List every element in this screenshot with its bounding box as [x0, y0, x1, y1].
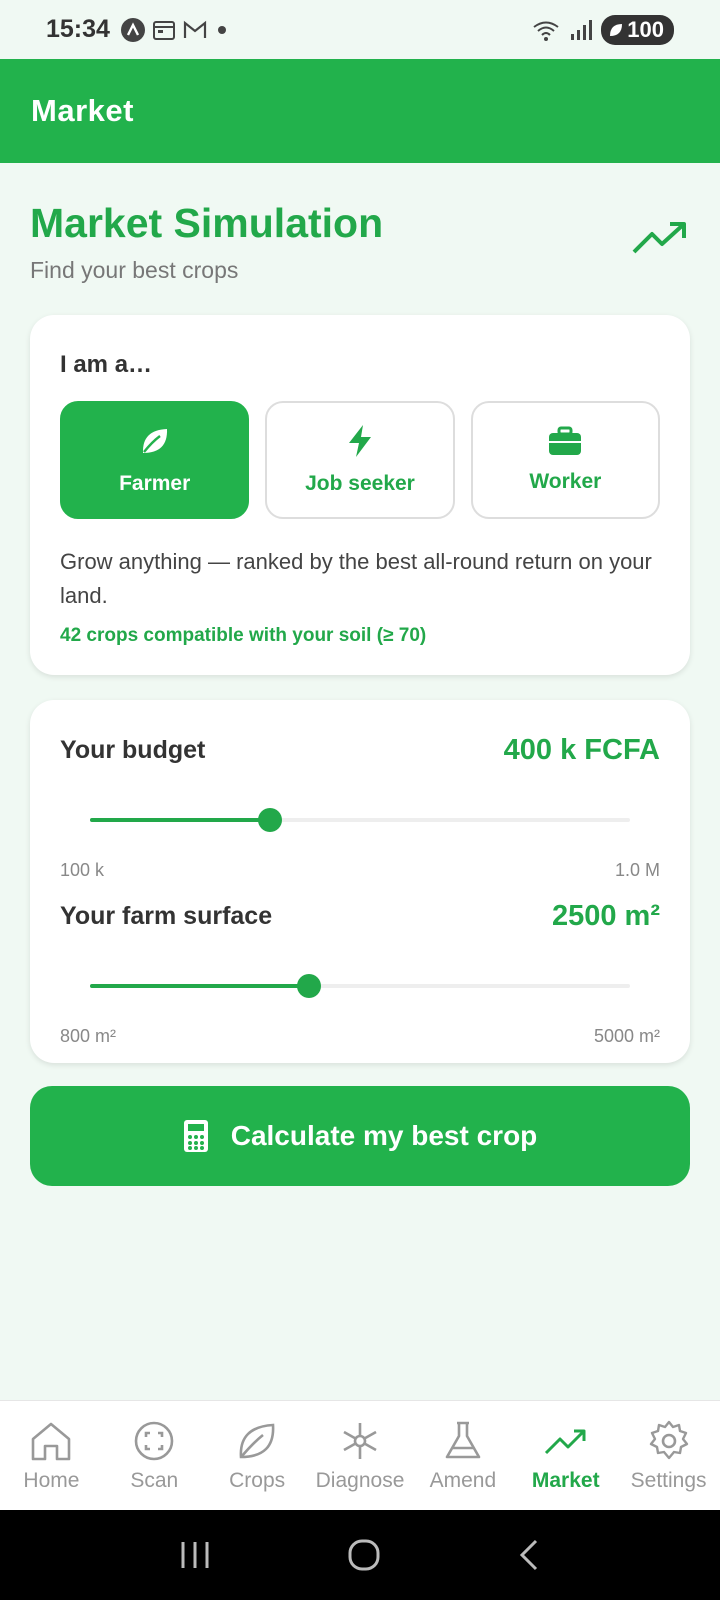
flask-icon — [445, 1421, 481, 1458]
role-card: I am a… Farmer Job seeker Worker Grow an… — [30, 315, 690, 675]
trend-icon — [632, 222, 686, 254]
surface-value: 2500 m² — [551, 900, 660, 932]
role-worker-label: Worker — [529, 470, 602, 493]
nav-home-label: Home — [23, 1468, 80, 1492]
briefcase-icon — [549, 426, 582, 455]
nav-crops[interactable]: Crops — [206, 1401, 309, 1510]
calculate-button-label: Calculate my best crop — [230, 1120, 538, 1151]
a-icon — [120, 17, 145, 42]
page-title: Market Simulation — [30, 200, 384, 246]
recent-apps-icon[interactable] — [178, 1540, 212, 1570]
nav-settings-label: Settings — [630, 1468, 707, 1492]
lightning-icon — [348, 425, 371, 457]
page-header: Market Simulation Find your best crops — [30, 200, 690, 284]
nav-home[interactable]: Home — [0, 1401, 103, 1510]
wifi-icon — [533, 21, 559, 41]
surface-slider-thumb[interactable] — [296, 974, 321, 998]
compatible-crops-count: 42 crops compatible with your soil (≥ 70… — [60, 625, 427, 646]
role-job-seeker-button[interactable]: Job seeker — [265, 401, 455, 519]
budget-min-label: 100 k — [60, 860, 105, 880]
scan-icon — [134, 1421, 174, 1460]
role-job-seeker-label: Job seeker — [305, 472, 415, 495]
budget-slider-thumb[interactable] — [257, 808, 282, 832]
role-options: Farmer Job seeker Worker — [60, 401, 660, 519]
home-icon — [32, 1422, 71, 1460]
nav-market[interactable]: Market — [514, 1401, 617, 1510]
surface-min-label: 800 m² — [60, 1026, 117, 1046]
nav-scan[interactable]: Scan — [103, 1401, 206, 1510]
nav-scan-label: Scan — [130, 1468, 179, 1492]
surface-slider[interactable] — [90, 974, 630, 998]
nav-diagnose[interactable]: Diagnose — [309, 1401, 412, 1510]
diagnose-icon — [343, 1422, 377, 1459]
bottom-nav: Home Scan Crops Diagnose Amend Market Se… — [0, 1400, 720, 1510]
role-worker-button[interactable]: Worker — [470, 401, 660, 519]
calculator-icon — [183, 1120, 208, 1152]
budget-title: Your budget — [60, 736, 206, 764]
budget-max-label: 1.0 M — [614, 860, 660, 880]
nav-amend[interactable]: Amend — [411, 1401, 514, 1510]
system-nav-bar — [0, 1510, 720, 1600]
trend-icon — [544, 1429, 586, 1454]
surface-max-label: 5000 m² — [593, 1026, 660, 1046]
simulation-inputs-card: Your budget 400 k FCFA 100 k 1.0 M Your … — [30, 700, 690, 1063]
surface-slider-fill — [90, 984, 309, 988]
budget-slider-block: Your budget 400 k FCFA 100 k 1.0 M — [60, 734, 660, 902]
nav-amend-label: Amend — [429, 1468, 497, 1492]
dot-icon — [217, 25, 226, 34]
role-description: Grow anything — ranked by the best all-r… — [60, 549, 652, 608]
status-notification-icons — [120, 17, 230, 43]
battery-indicator: 100 — [601, 14, 674, 45]
nav-crops-label: Crops — [229, 1468, 286, 1492]
calendar-icon — [152, 20, 175, 40]
status-time: 15:34 — [46, 15, 110, 43]
battery-leaf-icon — [610, 23, 623, 36]
battery-level: 100 — [627, 16, 664, 42]
gear-icon — [649, 1420, 688, 1459]
surface-slider-block: Your farm surface 2500 m² 800 m² 5000 m² — [60, 900, 660, 1068]
signal-icon — [571, 19, 593, 40]
leaf-icon — [239, 1423, 275, 1458]
app-bar: Market — [0, 59, 720, 163]
surface-title: Your farm surface — [60, 902, 273, 930]
page-subtitle: Find your best crops — [30, 257, 239, 283]
budget-value: 400 k FCFA — [503, 734, 660, 766]
leaf-icon — [142, 429, 167, 453]
gmail-icon — [183, 20, 207, 38]
role-label: I am a… — [60, 351, 153, 378]
budget-slider[interactable] — [90, 808, 630, 832]
nav-settings[interactable]: Settings — [617, 1401, 720, 1510]
role-farmer-button[interactable]: Farmer — [60, 401, 250, 519]
role-farmer-label: Farmer — [119, 472, 191, 495]
calculate-best-crop-button[interactable]: Calculate my best crop — [30, 1086, 690, 1186]
budget-slider-fill — [90, 818, 270, 822]
home-system-icon[interactable] — [347, 1538, 381, 1572]
nav-market-label: Market — [531, 1468, 600, 1492]
app-bar-title: Market — [31, 93, 134, 128]
nav-diagnose-label: Diagnose — [315, 1468, 405, 1492]
back-icon[interactable] — [516, 1538, 542, 1572]
status-bar: 15:34 100 — [0, 0, 720, 59]
